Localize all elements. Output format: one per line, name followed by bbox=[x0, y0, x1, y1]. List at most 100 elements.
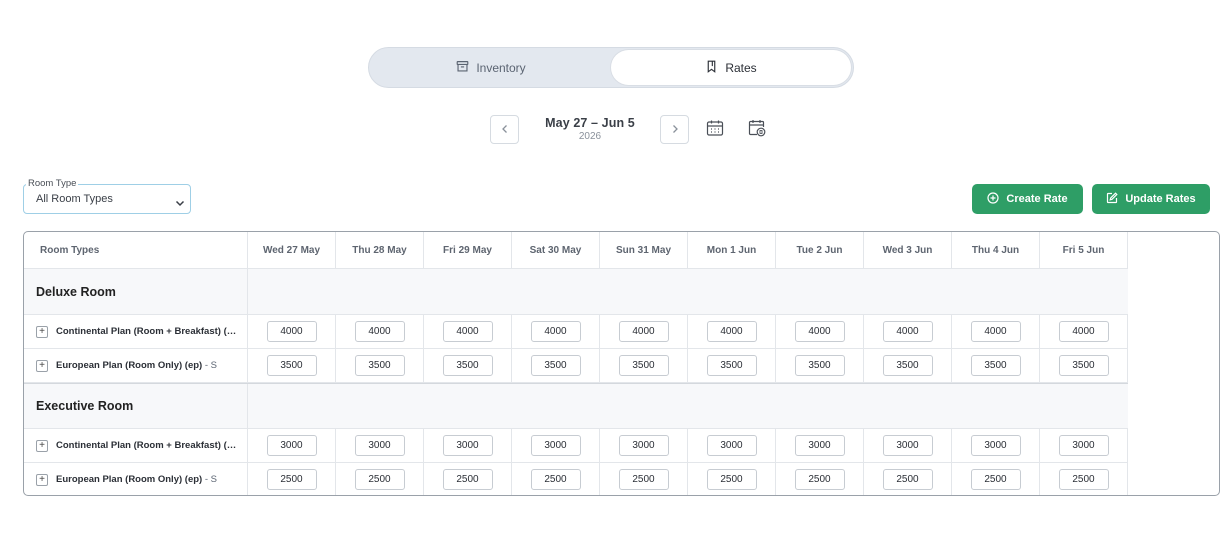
next-range-button[interactable] bbox=[660, 115, 689, 144]
calendar-refresh-icon bbox=[748, 120, 766, 141]
rate-plan-row: + European Plan (Room Only) (ep) - S 350… bbox=[24, 349, 1128, 383]
rate-input[interactable]: 2500 bbox=[706, 469, 757, 490]
tab-inventory[interactable]: Inventory bbox=[371, 50, 611, 85]
rate-input[interactable]: 2500 bbox=[442, 469, 493, 490]
calendar-reset-button[interactable] bbox=[748, 119, 770, 141]
rate-plan-suffix: - S bbox=[202, 474, 217, 485]
rate-input[interactable]: 3500 bbox=[706, 355, 757, 376]
header-day: Sat 30 May bbox=[512, 232, 600, 268]
date-range-text: May 27 – Jun 5 bbox=[545, 116, 635, 130]
rate-plan-name: European Plan (Room Only) (ep) bbox=[56, 474, 203, 485]
header-room-types: Room Types bbox=[24, 232, 248, 268]
rate-input[interactable]: 2500 bbox=[618, 469, 669, 490]
header-day: Wed 3 Jun bbox=[864, 232, 952, 268]
rate-plan-cell: + Continental Plan (Room + Breakfast) (c… bbox=[24, 429, 248, 462]
rate-input[interactable]: 3500 bbox=[970, 355, 1021, 376]
calendar-button[interactable] bbox=[706, 119, 728, 141]
rate-input[interactable]: 3000 bbox=[354, 435, 405, 456]
rate-input[interactable]: 3500 bbox=[266, 355, 317, 376]
date-range-year: 2026 bbox=[578, 131, 602, 142]
rate-input[interactable]: 3500 bbox=[442, 355, 493, 376]
header-day: Fri 29 May bbox=[424, 232, 512, 268]
rate-input[interactable]: 2500 bbox=[354, 469, 405, 490]
room-group-row: Deluxe Room bbox=[24, 269, 1128, 315]
create-rate-label: Create Rate bbox=[1006, 193, 1068, 205]
rate-input[interactable]: 3000 bbox=[618, 435, 669, 456]
rate-input[interactable]: 2500 bbox=[1058, 469, 1109, 490]
rate-input[interactable]: 3000 bbox=[1058, 435, 1109, 456]
room-group-name: Executive Room bbox=[24, 384, 248, 428]
rate-plan-label: European Plan (Room Only) (ep) - S bbox=[56, 360, 217, 371]
room-type-value: All Room Types bbox=[36, 193, 113, 205]
header-day: Sun 31 May bbox=[600, 232, 688, 268]
rate-plan-label: Continental Plan (Room + Breakfast) (cp)… bbox=[56, 440, 241, 451]
rate-input[interactable]: 3000 bbox=[530, 435, 581, 456]
expand-plan-button[interactable]: + bbox=[36, 325, 48, 338]
rate-input[interactable]: 3500 bbox=[794, 355, 845, 376]
room-group-row: Executive Room bbox=[24, 383, 1128, 429]
update-rates-button[interactable]: Update Rates bbox=[1092, 184, 1210, 214]
update-rates-label: Update Rates bbox=[1125, 193, 1196, 205]
rate-input[interactable]: 3500 bbox=[530, 355, 581, 376]
rate-plan-name: Continental Plan (Room + Breakfast) (cp)… bbox=[56, 326, 241, 337]
rate-plan-label: European Plan (Room Only) (ep) - S bbox=[56, 474, 217, 485]
view-toggle: Inventory Rates bbox=[368, 47, 854, 88]
tab-rates-label: Rates bbox=[725, 60, 757, 75]
rate-input[interactable]: 3500 bbox=[354, 355, 405, 376]
room-type-select[interactable]: Room Type All Room Types bbox=[23, 178, 191, 214]
archive-icon bbox=[456, 60, 469, 76]
header-day: Thu 28 May bbox=[336, 232, 424, 268]
rate-input[interactable]: 3000 bbox=[266, 435, 317, 456]
prev-range-button[interactable] bbox=[490, 115, 519, 144]
rate-input[interactable]: 3500 bbox=[618, 355, 669, 376]
expand-plan-button[interactable]: + bbox=[36, 359, 48, 372]
rate-input[interactable]: 2500 bbox=[530, 469, 581, 490]
chevron-left-icon bbox=[500, 121, 510, 139]
header-day: Wed 27 May bbox=[248, 232, 336, 268]
rate-input[interactable]: 4000 bbox=[530, 321, 581, 342]
rate-input[interactable]: 4000 bbox=[442, 321, 493, 342]
rate-input[interactable]: 3500 bbox=[1058, 355, 1109, 376]
expand-plan-button[interactable]: + bbox=[36, 473, 48, 486]
rate-plan-row: + European Plan (Room Only) (ep) - S 250… bbox=[24, 463, 1128, 495]
rate-input[interactable]: 3000 bbox=[882, 435, 933, 456]
rate-input[interactable]: 3500 bbox=[882, 355, 933, 376]
chevron-right-icon bbox=[670, 121, 680, 139]
rate-input[interactable]: 4000 bbox=[970, 321, 1021, 342]
rate-input[interactable]: 4000 bbox=[354, 321, 405, 342]
tab-rates[interactable]: Rates bbox=[611, 50, 851, 85]
rate-input[interactable]: 3000 bbox=[970, 435, 1021, 456]
header-day: Fri 5 Jun bbox=[1040, 232, 1128, 268]
rate-plan-name: Continental Plan (Room + Breakfast) (cp)… bbox=[56, 440, 241, 451]
rate-plan-suffix: - S bbox=[202, 360, 217, 371]
rate-input[interactable]: 3000 bbox=[794, 435, 845, 456]
rate-plan-row: + Continental Plan (Room + Breakfast) (c… bbox=[24, 429, 1128, 463]
rate-input[interactable]: 3000 bbox=[442, 435, 493, 456]
rate-plan-row: + Continental Plan (Room + Breakfast) (c… bbox=[24, 315, 1128, 349]
rate-input[interactable]: 2500 bbox=[266, 469, 317, 490]
rate-input[interactable]: 4000 bbox=[794, 321, 845, 342]
rate-input[interactable]: 4000 bbox=[882, 321, 933, 342]
rate-input[interactable]: 4000 bbox=[266, 321, 317, 342]
rates-grid: Room Types Wed 27 May Thu 28 May Fri 29 … bbox=[24, 232, 1128, 495]
rate-input[interactable]: 2500 bbox=[970, 469, 1021, 490]
rate-plan-label: Continental Plan (Room + Breakfast) (cp)… bbox=[56, 326, 241, 337]
chevron-down-icon bbox=[175, 195, 185, 207]
edit-icon bbox=[1106, 191, 1118, 207]
expand-plan-button[interactable]: + bbox=[36, 439, 48, 452]
rate-input[interactable]: 4000 bbox=[706, 321, 757, 342]
rate-input[interactable]: 2500 bbox=[882, 469, 933, 490]
room-group-name: Deluxe Room bbox=[24, 269, 248, 314]
create-rate-button[interactable]: Create Rate bbox=[972, 184, 1083, 214]
rate-input[interactable]: 2500 bbox=[794, 469, 845, 490]
rate-input[interactable]: 4000 bbox=[1058, 321, 1109, 342]
header-day: Tue 2 Jun bbox=[776, 232, 864, 268]
rate-plan-cell: + European Plan (Room Only) (ep) - S bbox=[24, 463, 248, 495]
room-group-spacer bbox=[248, 269, 1128, 314]
room-group-spacer bbox=[248, 384, 1128, 428]
bookmark-icon bbox=[705, 60, 718, 76]
room-type-legend: Room Type bbox=[26, 178, 79, 189]
rate-input[interactable]: 3000 bbox=[706, 435, 757, 456]
header-day: Mon 1 Jun bbox=[688, 232, 776, 268]
rate-input[interactable]: 4000 bbox=[618, 321, 669, 342]
